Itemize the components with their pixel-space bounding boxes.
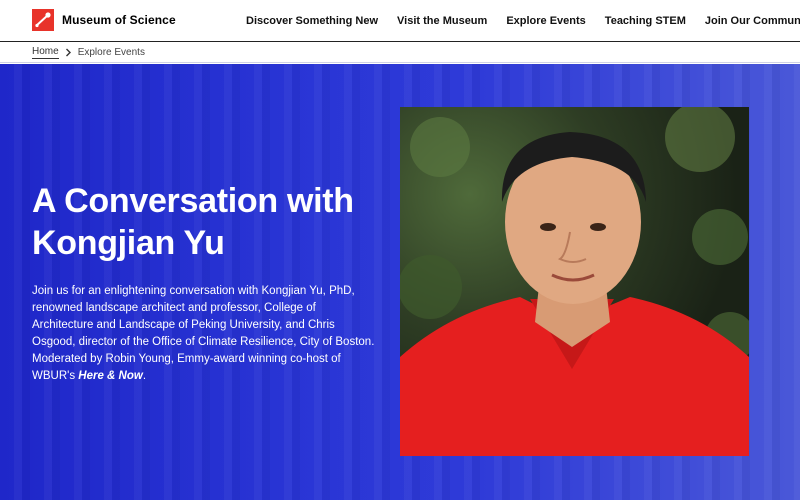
speaker-photo — [400, 107, 749, 456]
program-name: Here & Now — [78, 370, 143, 382]
chevron-right-icon — [65, 48, 72, 57]
nav-item-community[interactable]: Join Our Community — [705, 15, 800, 27]
nav-item-teaching[interactable]: Teaching STEM — [605, 15, 686, 27]
site-logo-link[interactable]: Museum of Science — [32, 9, 176, 31]
event-description: Join us for an enlightening conversation… — [32, 283, 377, 385]
breadcrumb: Home Explore Events — [0, 42, 800, 63]
nav-item-visit[interactable]: Visit the Museum — [397, 15, 487, 27]
breadcrumb-home-link[interactable]: Home — [32, 46, 59, 59]
page-title: A Conversation with Kongjian Yu — [32, 182, 354, 262]
main-nav: Discover Something New Visit the Museum … — [246, 0, 800, 42]
nav-item-events[interactable]: Explore Events — [506, 15, 585, 27]
nav-item-discover[interactable]: Discover Something New — [246, 15, 378, 27]
event-hero: A Conversation with Kongjian Yu Join us … — [0, 64, 800, 500]
event-description-end: . — [142, 370, 147, 382]
site-header: Museum of Science Discover Something New… — [0, 0, 800, 42]
event-description-text: Join us for an enlightening conversation… — [32, 285, 375, 382]
site-logo-text: Museum of Science — [62, 13, 176, 27]
breadcrumb-current: Explore Events — [77, 46, 145, 58]
museum-logo-icon — [32, 9, 54, 31]
